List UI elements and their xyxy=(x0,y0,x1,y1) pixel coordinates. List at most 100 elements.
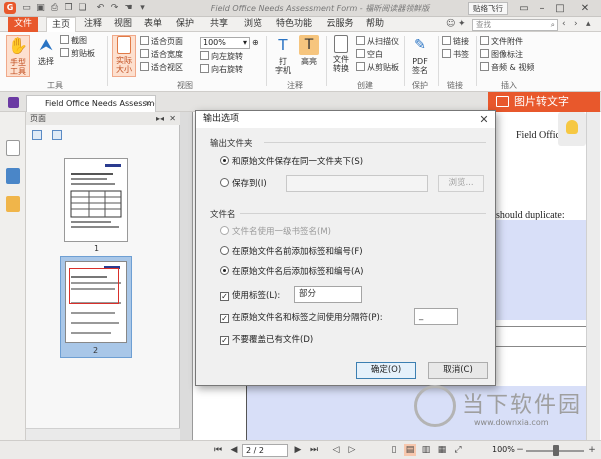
image-to-text-banner[interactable]: 图片转文字 xyxy=(488,92,600,112)
tab-share[interactable]: 共享 xyxy=(206,17,232,32)
clipboard-button[interactable]: 剪贴板 xyxy=(60,48,95,59)
rotate-left-button[interactable]: 向左旋转 xyxy=(200,51,243,62)
save-to-option[interactable]: 保存到(I) xyxy=(220,178,267,190)
facing-page-icon[interactable]: ▥ xyxy=(420,444,432,456)
zoom-in-icon[interactable]: + xyxy=(586,444,598,456)
suffix-option[interactable]: 在原始文件名后添加标签和编号(A) xyxy=(220,266,363,278)
customize-icon[interactable]: ▾ xyxy=(136,2,149,15)
maximize-icon[interactable]: □ xyxy=(552,1,568,16)
continuous-facing-icon[interactable]: ▦ xyxy=(436,444,448,456)
copy-icon[interactable]: ❐ xyxy=(62,2,75,15)
file-attachment-button[interactable]: 文件附件 xyxy=(480,36,523,47)
fit-visible-button[interactable]: 适合视区 xyxy=(140,62,183,73)
radio-button-checked[interactable] xyxy=(220,266,229,275)
radio-button[interactable] xyxy=(220,246,229,255)
tab-view[interactable]: 视图 xyxy=(110,17,136,32)
page-thumbnail-2-selected[interactable]: 2 xyxy=(60,256,132,358)
tab-cloud[interactable]: 云服务 xyxy=(322,17,358,32)
find-prev-icon[interactable]: ‹ xyxy=(562,19,566,29)
checkbox-checked[interactable]: ✓ xyxy=(220,292,229,301)
radio-button[interactable] xyxy=(220,178,229,187)
page-thumbnail-1[interactable] xyxy=(64,158,128,242)
redo-icon[interactable]: ↷ xyxy=(108,2,121,15)
continuous-page-icon[interactable]: ▤ xyxy=(404,444,416,456)
prefix-option[interactable]: 在原始文件名前添加标签和编号(F) xyxy=(220,246,363,258)
previous-page-icon[interactable]: ◀ xyxy=(228,444,240,456)
next-page-icon[interactable]: ▶ xyxy=(292,444,304,456)
thumbnail-option-icon[interactable] xyxy=(32,130,42,140)
comments-panel-icon[interactable] xyxy=(6,196,20,212)
lightbulb-icon[interactable]: ✦ xyxy=(458,19,466,29)
from-clipboard-button[interactable]: 从剪贴板 xyxy=(356,62,399,73)
ok-button[interactable]: 确定(O) xyxy=(356,362,416,379)
restore-icon[interactable]: ▭ xyxy=(516,1,532,16)
form-field[interactable] xyxy=(496,220,586,320)
zoom-out-icon[interactable]: − xyxy=(514,444,526,456)
first-page-icon[interactable]: ⏮ xyxy=(212,444,224,456)
tab-browse[interactable]: 浏览 xyxy=(240,17,266,32)
radio-button-disabled[interactable] xyxy=(220,226,229,235)
app-logo-icon[interactable]: G xyxy=(4,2,16,14)
previous-view-icon[interactable]: ◁ xyxy=(330,444,342,456)
checkbox-checked[interactable]: ✓ xyxy=(220,336,229,345)
bookmarks-panel-icon[interactable] xyxy=(6,140,20,156)
minimize-icon[interactable]: – xyxy=(534,1,550,16)
undo-icon[interactable]: ↶ xyxy=(94,2,107,15)
image-annotation-button[interactable]: 图像标注 xyxy=(480,49,523,60)
tab-help[interactable]: 帮助 xyxy=(362,17,388,32)
user-icon[interactable]: ☺ xyxy=(446,19,455,29)
close-panel-icon[interactable]: ✕ xyxy=(169,112,176,125)
page-number-input[interactable]: 2 / 2 xyxy=(242,444,288,457)
file-convert-button[interactable]: 文件 转换 xyxy=(330,35,352,73)
separator-input[interactable]: _ xyxy=(414,308,458,325)
pdf-sign-button[interactable]: ✎ PDF 签名 xyxy=(408,35,432,75)
tab-file[interactable]: 文件 xyxy=(8,17,38,32)
collapse-ribbon-icon[interactable]: ▴ xyxy=(586,19,591,29)
collapse-panel-icon[interactable]: ▸◂ xyxy=(156,112,164,125)
zoom-slider-knob[interactable] xyxy=(553,445,559,456)
use-label-checkbox[interactable]: ✓ 使用标签(L): xyxy=(220,290,280,302)
audio-video-button[interactable]: 音频 & 视频 xyxy=(480,62,534,73)
cancel-button[interactable]: 取消(C) xyxy=(428,362,488,379)
close-icon[interactable]: ✕ xyxy=(572,1,598,16)
tab-protect[interactable]: 保护 xyxy=(172,17,198,32)
search-icon[interactable]: ⌕ xyxy=(551,20,555,30)
pages-panel-icon[interactable] xyxy=(6,168,20,184)
fit-page-button[interactable]: 适合页面 xyxy=(140,36,183,47)
same-folder-option[interactable]: 和原始文件保存在同一文件夹下(S) xyxy=(220,156,363,168)
separator-checkbox[interactable]: ✓ 在原始文件名和标签之间使用分隔符(P): xyxy=(220,312,383,324)
label-input[interactable]: 部分 xyxy=(294,286,362,303)
checkbox-checked[interactable]: ✓ xyxy=(220,314,229,323)
fullscreen-icon[interactable]: ⤢ xyxy=(452,444,464,456)
browse-button[interactable]: 浏览... xyxy=(438,175,484,192)
bookmark-button[interactable]: 书签 xyxy=(442,49,469,60)
no-overwrite-checkbox[interactable]: ✓ 不要覆盖已有文件(D) xyxy=(220,334,313,346)
tab-features[interactable]: 特色功能 xyxy=(272,17,316,32)
select-button[interactable]: ⮝ 选择 xyxy=(34,35,58,66)
view-region-box[interactable] xyxy=(69,268,119,304)
radio-button-checked[interactable] xyxy=(220,156,229,165)
zoom-in-icon[interactable]: ⊕ xyxy=(252,37,259,48)
dialog-close-icon[interactable]: ✕ xyxy=(477,111,491,128)
find-next-icon[interactable]: › xyxy=(574,19,578,29)
last-page-icon[interactable]: ⏭ xyxy=(308,444,320,456)
open-icon[interactable]: ▭ xyxy=(20,2,33,15)
print-icon[interactable]: ⎙ xyxy=(48,2,61,15)
document-menu-icon[interactable] xyxy=(8,97,19,108)
panel-horizontal-scrollbar[interactable] xyxy=(26,428,180,440)
next-view-icon[interactable]: ▷ xyxy=(346,444,358,456)
actual-size-button[interactable]: 实际 大小 xyxy=(112,35,136,77)
blank-button[interactable]: 空白 xyxy=(356,49,383,60)
link-button[interactable]: 链接 xyxy=(442,36,469,47)
fit-width-button[interactable]: 适合宽度 xyxy=(140,49,183,60)
sticker-button[interactable]: 贴络飞行 xyxy=(468,2,508,15)
tab-form[interactable]: 表单 xyxy=(140,17,166,32)
zoom-select[interactable]: 100% ▾ xyxy=(200,37,250,49)
tab-home[interactable]: 主页 xyxy=(46,17,76,33)
tab-comment[interactable]: 注释 xyxy=(80,17,106,32)
find-input[interactable]: 查找 ⌕ xyxy=(472,19,558,31)
hand-tool-button[interactable]: ✋ 手型 工具 xyxy=(6,35,30,77)
document-tab[interactable]: Field Office Needs Assessme... ✕ xyxy=(26,95,156,112)
paste-icon[interactable]: ❏ xyxy=(76,2,89,15)
save-to-path-field[interactable] xyxy=(286,175,428,192)
